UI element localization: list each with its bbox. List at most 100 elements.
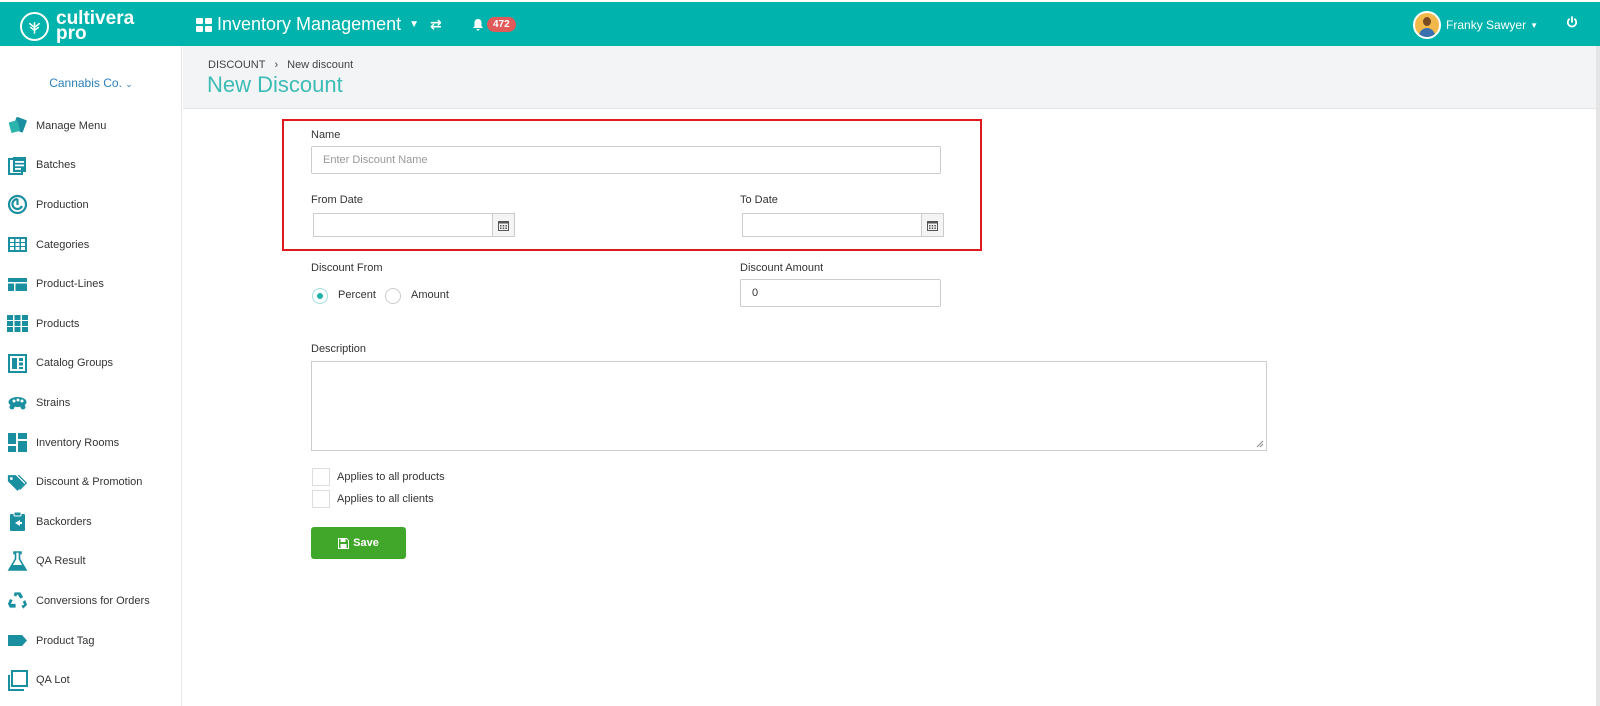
sidebar-item-label: Categories [36,238,90,251]
applies-all-clients-label: Applies to all clients [337,493,434,505]
copy-icon [7,669,28,691]
company-name: Cannabis Co. [49,76,122,90]
tag-cards-icon [7,115,28,136]
breadcrumb-root-link[interactable]: DISCOUNT [208,59,265,71]
sidebar-item-qa-result[interactable]: QA Result [0,542,182,582]
discount-amount-input[interactable]: 0 [740,279,941,307]
label-icon [7,630,28,651]
floppy-disk-icon [338,537,350,549]
save-button-label: Save [353,537,379,549]
sidebar-item-label: QA Result [36,555,86,568]
sidebar-item-label: Catalog Groups [36,357,114,370]
sidebar-item-label: Production [36,198,89,211]
document-icon [7,155,28,176]
user-menu[interactable]: Franky Sawyer ▼ [1413,11,1538,39]
amount-radio[interactable] [385,288,401,304]
brand-name: cultivera pro [56,9,134,43]
calendar-icon [927,220,938,231]
description-textarea[interactable] [311,361,1267,451]
resize-handle-icon[interactable] [1256,440,1264,448]
sidebar-item-discount-promotion[interactable]: Discount & Promotion [0,462,182,502]
sidebar-item-product-lines[interactable]: Product-Lines [0,264,182,304]
save-button[interactable]: Save [311,527,406,559]
sidebar-item-label: Products [36,317,80,330]
recycle-icon [7,590,28,611]
sidebar-item-label: Batches [36,159,76,172]
sidebar-item-label: Backorders [36,515,92,528]
chevron-down-icon: ⌄ [125,79,133,89]
dashboard-icon [7,432,28,453]
breadcrumb-current: New discount [287,59,354,71]
breadcrumb: DISCOUNT › New discount [208,59,353,71]
discount-from-label: Discount From [311,262,383,274]
discount-amount-label: Discount Amount [740,262,824,274]
sidebar-item-products[interactable]: Products [0,304,182,344]
name-label: Name [311,129,341,141]
from-date-picker [313,213,515,237]
percent-radio[interactable] [312,288,328,304]
user-name: Franky Sawyer [1446,18,1527,32]
sidebar-item-categories[interactable]: Categories [0,225,182,265]
to-date-picker [742,213,944,237]
top-bar: cultivera pro Inventory Management ▼ ⇄ 4… [0,0,1600,46]
sidebar-item-label: Manage Menu [36,119,107,132]
sidebar-item-inventory-rooms[interactable]: Inventory Rooms [0,423,182,463]
sidebar-item-backorders[interactable]: Backorders [0,502,182,542]
calendar-icon [498,220,509,231]
sidebar-item-label: Conversions for Orders [36,594,150,607]
applies-all-products-checkbox[interactable] [312,468,330,486]
caret-down-icon: ▼ [409,19,420,30]
applies-all-products-label: Applies to all products [337,471,445,483]
table-icon [7,234,28,255]
leaf-icon [20,11,49,41]
sidebar-item-conversions-for-orders[interactable]: Conversions for Orders [0,581,182,621]
scrollbar-track[interactable] [1596,46,1600,706]
sidebar-item-manage-menu[interactable]: Manage Menu [0,106,182,146]
percent-label: Percent [338,289,376,301]
sidebar-item-label: Discount & Promotion [36,476,143,489]
sidebar-item-label: Strains [36,396,71,409]
sidebar: Cannabis Co. ⌄ Manage Menu Batches Produ… [0,46,182,706]
sidebar-item-product-tag[interactable]: Product Tag [0,621,182,661]
apps-grid-icon [196,17,212,32]
sidebar-item-qa-lot[interactable]: QA Lot [0,660,182,700]
from-date-label: From Date [311,194,363,206]
grid-icon [7,313,28,334]
bell-icon [473,19,483,31]
sidebar-item-production[interactable]: Production [0,185,182,225]
from-date-calendar-button[interactable] [492,214,514,236]
power-icon [1566,16,1578,28]
clipboard-icon [7,511,28,532]
to-date-calendar-button[interactable] [921,214,943,236]
sidebar-nav: Manage Menu Batches Production Categorie… [0,106,182,700]
description-label: Description [311,343,367,355]
company-selector[interactable]: Cannabis Co. ⌄ [0,76,182,90]
sidebar-item-label: Inventory Rooms [36,436,120,449]
layout-icon [7,274,28,295]
brand-logo[interactable]: cultivera pro [20,8,134,44]
sidebar-item-strains[interactable]: Strains [0,383,182,423]
sidebar-item-catalog-groups[interactable]: Catalog Groups [0,344,182,384]
amount-label: Amount [411,289,449,301]
swap-icon[interactable]: ⇄ [430,16,442,33]
caret-down-icon: ▼ [1530,20,1538,30]
sidebar-item-batches[interactable]: Batches [0,146,182,186]
app-switcher[interactable]: Inventory Management ▼ [196,14,419,35]
power-button[interactable] [1566,15,1578,33]
applies-all-clients-checkbox[interactable] [312,490,330,508]
notification-badge: 472 [487,17,516,32]
avatar [1413,11,1442,39]
page-title: New Discount [207,72,343,97]
cells-icon [7,392,28,413]
chevron-right-icon: › [274,59,279,71]
sidebar-item-label: Product-Lines [36,278,104,291]
notifications-button[interactable]: 472 [472,17,516,32]
to-date-input[interactable] [743,214,921,236]
to-date-label: To Date [740,194,778,206]
app-title: Inventory Management [217,14,402,34]
page-header: DISCOUNT › New discount New Discount [183,46,1596,109]
discount-name-input[interactable]: Enter Discount Name [311,146,941,174]
tags-icon [7,472,28,493]
catalog-icon [7,353,28,374]
from-date-input[interactable] [314,214,492,236]
